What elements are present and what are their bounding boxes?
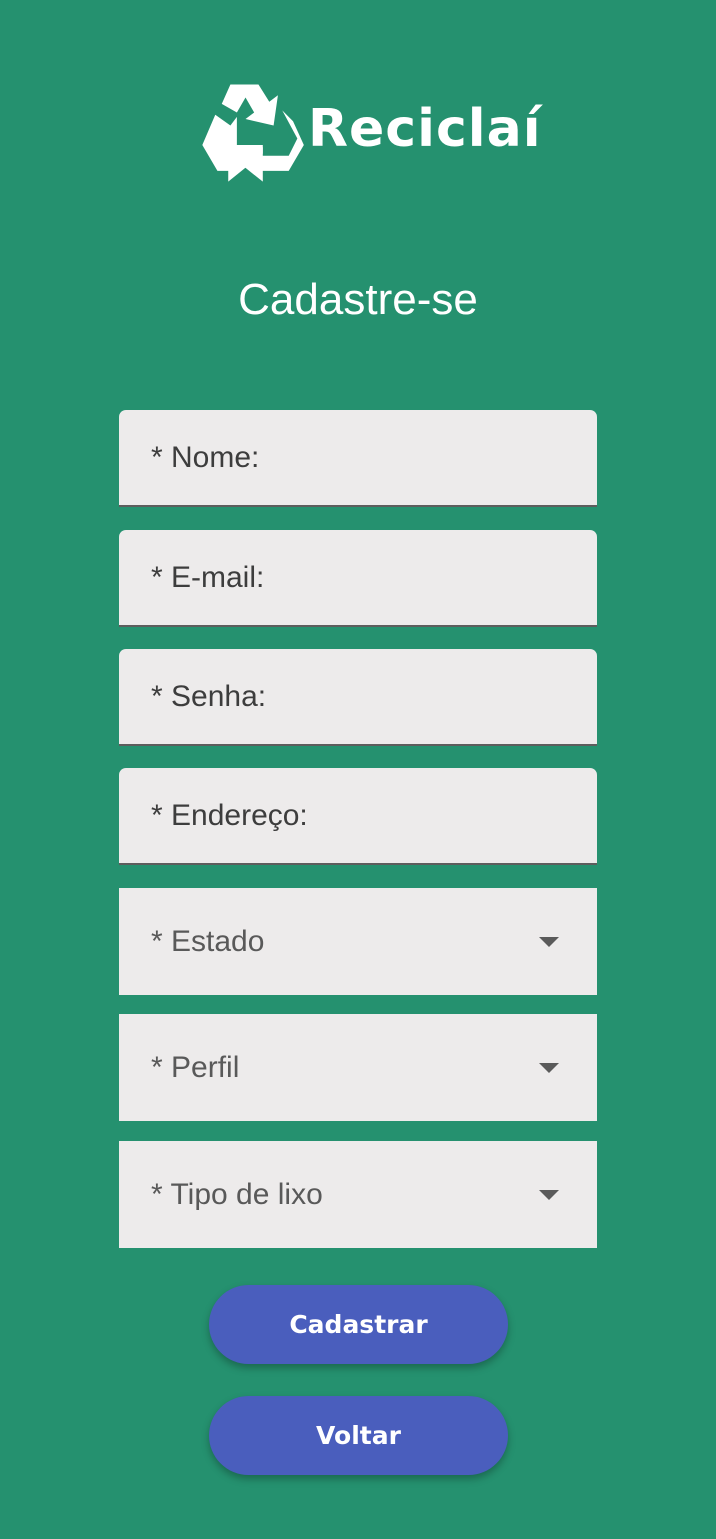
profile-select[interactable]: * Perfil bbox=[119, 1014, 597, 1121]
chevron-down-icon bbox=[539, 936, 559, 947]
password-field[interactable]: * Senha: bbox=[119, 649, 597, 746]
address-field[interactable]: * Endereço: bbox=[119, 768, 597, 865]
profile-select-label: * Perfil bbox=[151, 1050, 240, 1084]
back-button[interactable]: Voltar bbox=[209, 1396, 508, 1475]
chevron-down-icon bbox=[539, 1062, 559, 1073]
submit-button[interactable]: Cadastrar bbox=[209, 1285, 508, 1364]
chevron-down-icon bbox=[539, 1189, 559, 1200]
app-logo: Reciclaí bbox=[196, 78, 542, 186]
waste-type-select[interactable]: * Tipo de lixo bbox=[119, 1141, 597, 1248]
name-field[interactable]: * Nome: bbox=[119, 410, 597, 507]
page-title: Cadastre-se bbox=[238, 275, 478, 324]
waste-type-select-label: * Tipo de lixo bbox=[151, 1177, 323, 1211]
app-name: Reciclaí bbox=[308, 99, 542, 159]
state-select[interactable]: * Estado bbox=[119, 888, 597, 995]
email-field[interactable]: * E-mail: bbox=[119, 530, 597, 627]
recycle-icon bbox=[202, 84, 304, 182]
state-select-label: * Estado bbox=[151, 924, 265, 958]
